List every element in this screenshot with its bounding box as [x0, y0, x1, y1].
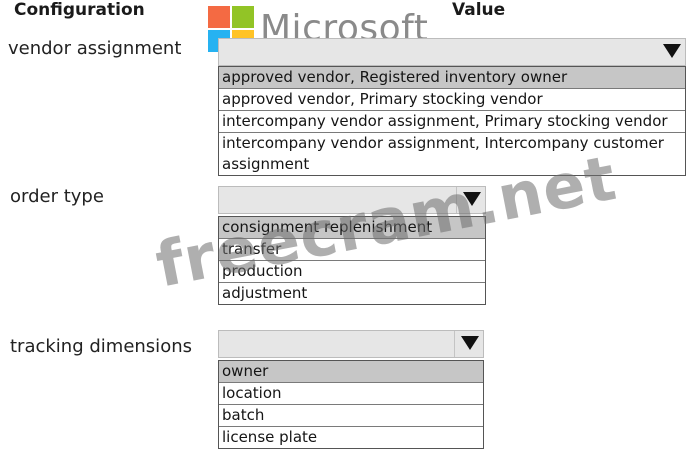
- option-license-plate[interactable]: license plate: [219, 427, 483, 448]
- option-location[interactable]: location: [219, 383, 483, 405]
- tracking-dimensions-dropdown[interactable]: [218, 330, 484, 358]
- vendor-assignment-options-list: approved vendor, Registered inventory ow…: [218, 66, 686, 176]
- tracking-dimensions-options-list: owner location batch license plate: [218, 360, 484, 449]
- configuration-header: Configuration: [14, 0, 145, 20]
- logo-green-square: [232, 6, 254, 28]
- option-intercompany-vendor-primary-stocking[interactable]: intercompany vendor assignment, Primary …: [219, 111, 685, 133]
- option-batch[interactable]: batch: [219, 405, 483, 427]
- label-vendor-assignment: vendor assignment: [8, 38, 182, 59]
- dropdown-separator: [454, 331, 455, 357]
- label-tracking-dimensions: tracking dimensions: [10, 336, 192, 357]
- option-owner[interactable]: owner: [219, 361, 483, 383]
- option-intercompany-vendor-intercompany-customer[interactable]: intercompany vendor assignment, Intercom…: [219, 133, 685, 175]
- value-header: Value: [452, 0, 506, 20]
- vendor-assignment-dropdown[interactable]: [218, 38, 686, 66]
- chevron-down-icon[interactable]: [457, 336, 483, 354]
- option-approved-vendor-primary-stocking[interactable]: approved vendor, Primary stocking vendor: [219, 89, 685, 111]
- option-approved-vendor-registered-owner[interactable]: approved vendor, Registered inventory ow…: [219, 67, 685, 89]
- logo-red-square: [208, 6, 230, 28]
- chevron-down-icon[interactable]: [659, 44, 685, 62]
- label-order-type: order type: [10, 186, 104, 207]
- option-adjustment[interactable]: adjustment: [219, 283, 485, 304]
